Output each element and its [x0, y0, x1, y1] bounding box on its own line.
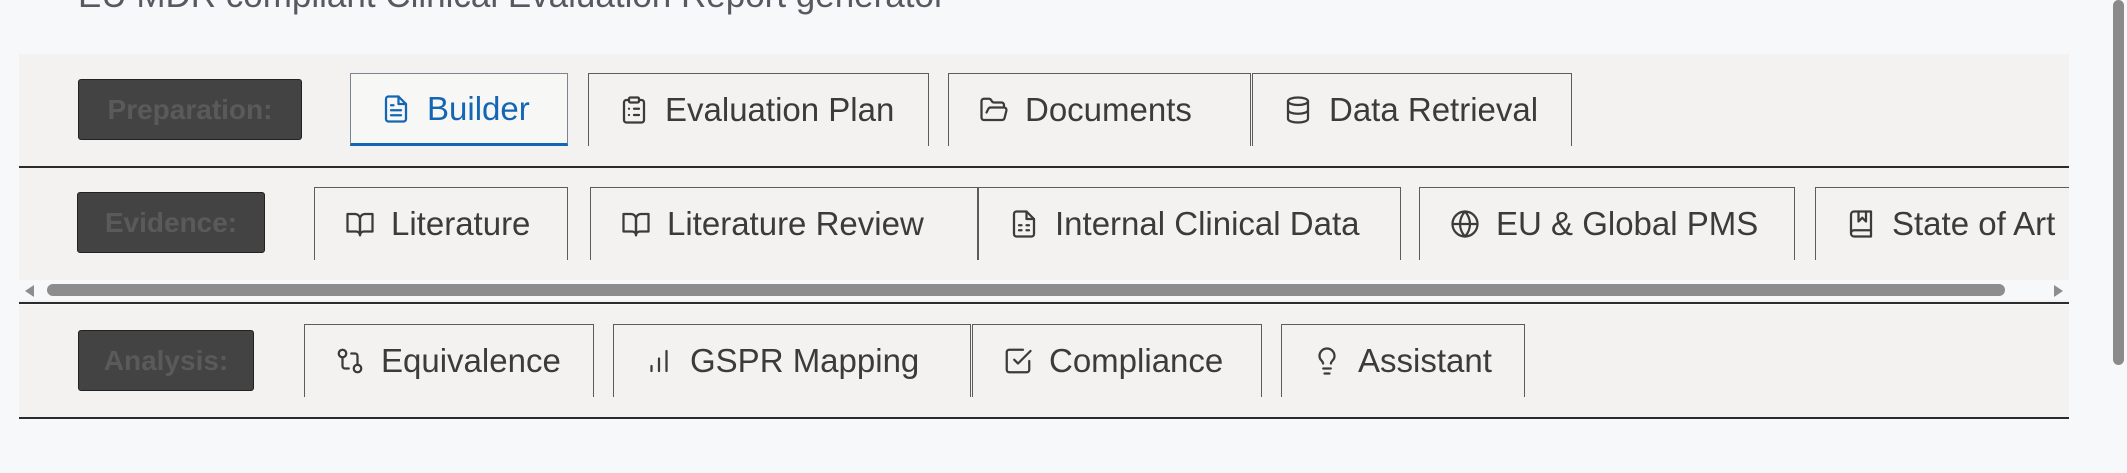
page-subtitle: EU MDR compliant Clinical Evaluation Rep…	[78, 0, 946, 16]
clipboard-list-icon	[619, 95, 649, 125]
book-open-icon	[621, 209, 651, 239]
folder-open-icon	[979, 95, 1009, 125]
page: EU MDR compliant Clinical Evaluation Rep…	[0, 0, 2127, 473]
tab-eu-global-pms[interactable]: EU & Global PMS	[1419, 187, 1795, 260]
evidence-label: Evidence:	[77, 192, 265, 253]
preparation-label: Preparation:	[78, 79, 302, 140]
tab-data-retrieval-label: Data Retrieval	[1329, 91, 1539, 128]
bookmark-book-icon	[1846, 209, 1876, 239]
page-vertical-scrollbar[interactable]	[2113, 0, 2124, 365]
git-compare-icon	[335, 346, 365, 376]
tab-documents[interactable]: Documents	[948, 73, 1251, 146]
tab-equivalence-label: Equivalence	[381, 342, 561, 379]
tab-literature-review[interactable]: Literature Review	[590, 187, 978, 260]
tab-state-of-art-label: State of Art	[1892, 205, 2056, 242]
scroll-thumb[interactable]	[47, 284, 2005, 296]
tab-builder-label: Builder	[427, 89, 530, 127]
tab-gspr-mapping[interactable]: GSPR Mapping	[613, 324, 971, 397]
analysis-label: Analysis:	[78, 330, 254, 391]
tab-literature-label: Literature	[391, 205, 531, 242]
tab-documents-label: Documents	[1025, 91, 1192, 128]
tab-eu-global-pms-label: EU & Global PMS	[1496, 205, 1759, 242]
database-icon	[1283, 95, 1313, 125]
tab-data-retrieval[interactable]: Data Retrieval	[1252, 73, 1572, 146]
check-square-icon	[1003, 346, 1033, 376]
tab-gspr-mapping-label: GSPR Mapping	[690, 342, 920, 379]
evidence-tab-row: Evidence: Literature Literature Review I…	[19, 168, 2069, 304]
book-open-icon	[345, 209, 375, 239]
file-text-icon	[381, 94, 411, 124]
file-spreadsheet-icon	[1009, 209, 1039, 239]
tab-equivalence[interactable]: Equivalence	[304, 324, 594, 397]
tab-assistant-label: Assistant	[1358, 342, 1492, 379]
tab-state-of-art[interactable]: State of Art	[1815, 187, 2069, 260]
globe-icon	[1450, 209, 1480, 239]
tab-builder[interactable]: Builder	[350, 73, 568, 146]
tab-compliance[interactable]: Compliance	[972, 324, 1262, 397]
evidence-tabs-scroll-area: Evidence: Literature Literature Review I…	[19, 168, 2069, 280]
lightbulb-icon	[1312, 346, 1342, 376]
tab-internal-clinical-data-label: Internal Clinical Data	[1055, 205, 1360, 242]
tab-literature[interactable]: Literature	[314, 187, 568, 260]
analysis-tab-row: Analysis: Equivalence GSPR Mapping Compl…	[19, 305, 2069, 419]
tab-evaluation-plan-label: Evaluation Plan	[665, 91, 895, 128]
tab-evaluation-plan[interactable]: Evaluation Plan	[588, 73, 929, 146]
bar-chart-icon	[644, 346, 674, 376]
tab-internal-clinical-data[interactable]: Internal Clinical Data	[978, 187, 1401, 260]
tab-literature-review-label: Literature Review	[667, 205, 924, 242]
preparation-tab-row: Preparation: Builder Evaluation Plan Doc…	[19, 54, 2069, 168]
tab-compliance-label: Compliance	[1049, 342, 1224, 379]
scroll-right-arrow-icon[interactable]	[2054, 285, 2063, 297]
scroll-left-arrow-icon[interactable]	[25, 285, 34, 297]
tab-assistant[interactable]: Assistant	[1281, 324, 1525, 397]
evidence-horizontal-scrollbar[interactable]	[19, 280, 2069, 300]
